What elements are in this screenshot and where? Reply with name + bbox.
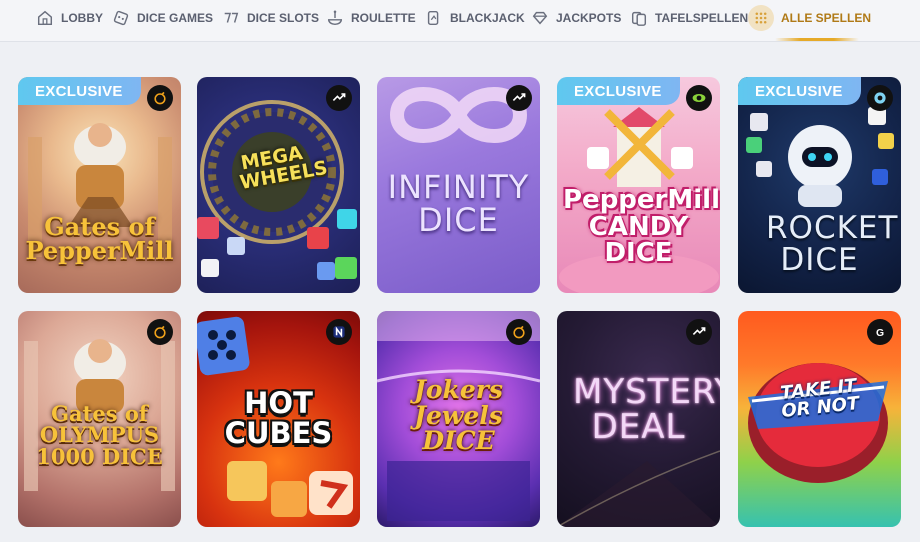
playing-cards-icon [427, 10, 439, 26]
provider-badge [147, 319, 173, 345]
nav-label: ROULETTE [351, 11, 416, 25]
exclusive-badge: EXCLUSIVE [738, 77, 861, 105]
nav-label: JACKPOTS [556, 11, 622, 25]
provider-badge [867, 85, 893, 111]
bomb-icon [154, 91, 166, 105]
nav-label: TAFELSPELLEN [655, 11, 749, 25]
game-title: MYSTERY DEAL [573, 372, 720, 447]
nav-label: DICE GAMES [137, 11, 214, 25]
game-title: ROCKET DICE [766, 210, 899, 278]
game-tile-hot-cubes[interactable]: HOT CUBES [197, 311, 360, 527]
game-title: Gates of PepperMill [25, 212, 174, 266]
game-tile-mystery-deal[interactable]: MYSTERY DEAL [557, 311, 720, 527]
house-icon [37, 10, 53, 26]
n-logo-icon [333, 326, 345, 338]
nav-item-jackpots[interactable]: JACKPOTS [531, 0, 621, 36]
game-tile-mega-wheels[interactable]: MEGA WHEELS [197, 77, 360, 293]
roulette-wheel-icon [327, 10, 343, 26]
provider-badge [506, 319, 532, 345]
nav-label: LOBBY [61, 11, 103, 25]
game-title: Gates of OLYMPUS 1000 DICE [36, 401, 163, 469]
g-logo-icon: G [876, 328, 884, 339]
game-title: HOT CUBES [224, 386, 333, 450]
provider-badge [326, 319, 352, 345]
nav-item-dice-slots[interactable]: DICE SLOTS [222, 0, 319, 36]
svg-text:G: G [876, 328, 884, 339]
game-tile-rocket-dice[interactable]: ROCKET DICE EXCLUSIVE [738, 77, 901, 293]
game-title: Jokers Jewels DICE [414, 375, 503, 455]
nav-label: BLACKJACK [450, 11, 525, 25]
nav-item-dice-games[interactable]: DICE GAMES [112, 0, 213, 36]
game-title: PepperMill CANDY DICE [563, 185, 720, 269]
active-tab-indicator [775, 38, 859, 41]
provider-badge [326, 85, 352, 111]
game-tile-jokers-jewels-dice[interactable]: Jokers Jewels DICE [377, 311, 540, 527]
rocket-arrow-icon [512, 93, 526, 101]
nav-label: DICE SLOTS [247, 11, 320, 25]
game-tile-gates-of-peppermill[interactable]: Gates of PepperMill EXCLUSIVE [18, 77, 181, 293]
provider-badge: G [867, 319, 893, 345]
nav-item-lobby[interactable]: LOBBY [36, 0, 103, 36]
nav-item-blackjack[interactable]: BLACKJACK [425, 0, 525, 36]
provider-badge [686, 319, 712, 345]
provider-badge [506, 85, 532, 111]
game-tile-infinity-dice[interactable]: INFINITY DICE [377, 77, 540, 293]
game-tile-peppermill-candy-dice[interactable]: PepperMill CANDY DICE EXCLUSIVE [557, 77, 720, 293]
game-title: INFINITY DICE [387, 168, 530, 239]
category-nav-bar: LOBBY DICE GAMES DICE SLOTS ROULETTE BLA… [0, 0, 920, 42]
nav-item-alle-spellen[interactable]: ALLE SPELLEN [748, 0, 871, 36]
bomb-icon [513, 325, 525, 339]
game-tile-take-it-or-not[interactable]: TAKE IT OR NOT G [738, 311, 901, 527]
table-cards-icon [631, 11, 647, 26]
game-tile-gates-of-olympus-1000-dice[interactable]: Gates of OLYMPUS 1000 DICE [18, 311, 181, 527]
diamond-icon [532, 11, 548, 25]
rocket-arrow-icon [332, 93, 346, 101]
dice-icon [113, 10, 129, 26]
nav-item-roulette[interactable]: ROULETTE [326, 0, 416, 36]
grid-dots-icon [748, 5, 774, 31]
provider-badge [147, 85, 173, 111]
nav-item-tafelspellen[interactable]: TAFELSPELLEN [630, 0, 748, 36]
slot-seven-icon [224, 12, 239, 23]
exclusive-badge: EXCLUSIVE [18, 77, 141, 105]
spiral-icon [874, 92, 886, 104]
rocket-arrow-icon [692, 327, 706, 335]
eye-icon [692, 94, 706, 102]
nav-label: ALLE SPELLEN [781, 11, 872, 25]
exclusive-badge: EXCLUSIVE [557, 77, 680, 105]
bomb-icon [154, 325, 166, 339]
provider-badge [686, 85, 712, 111]
